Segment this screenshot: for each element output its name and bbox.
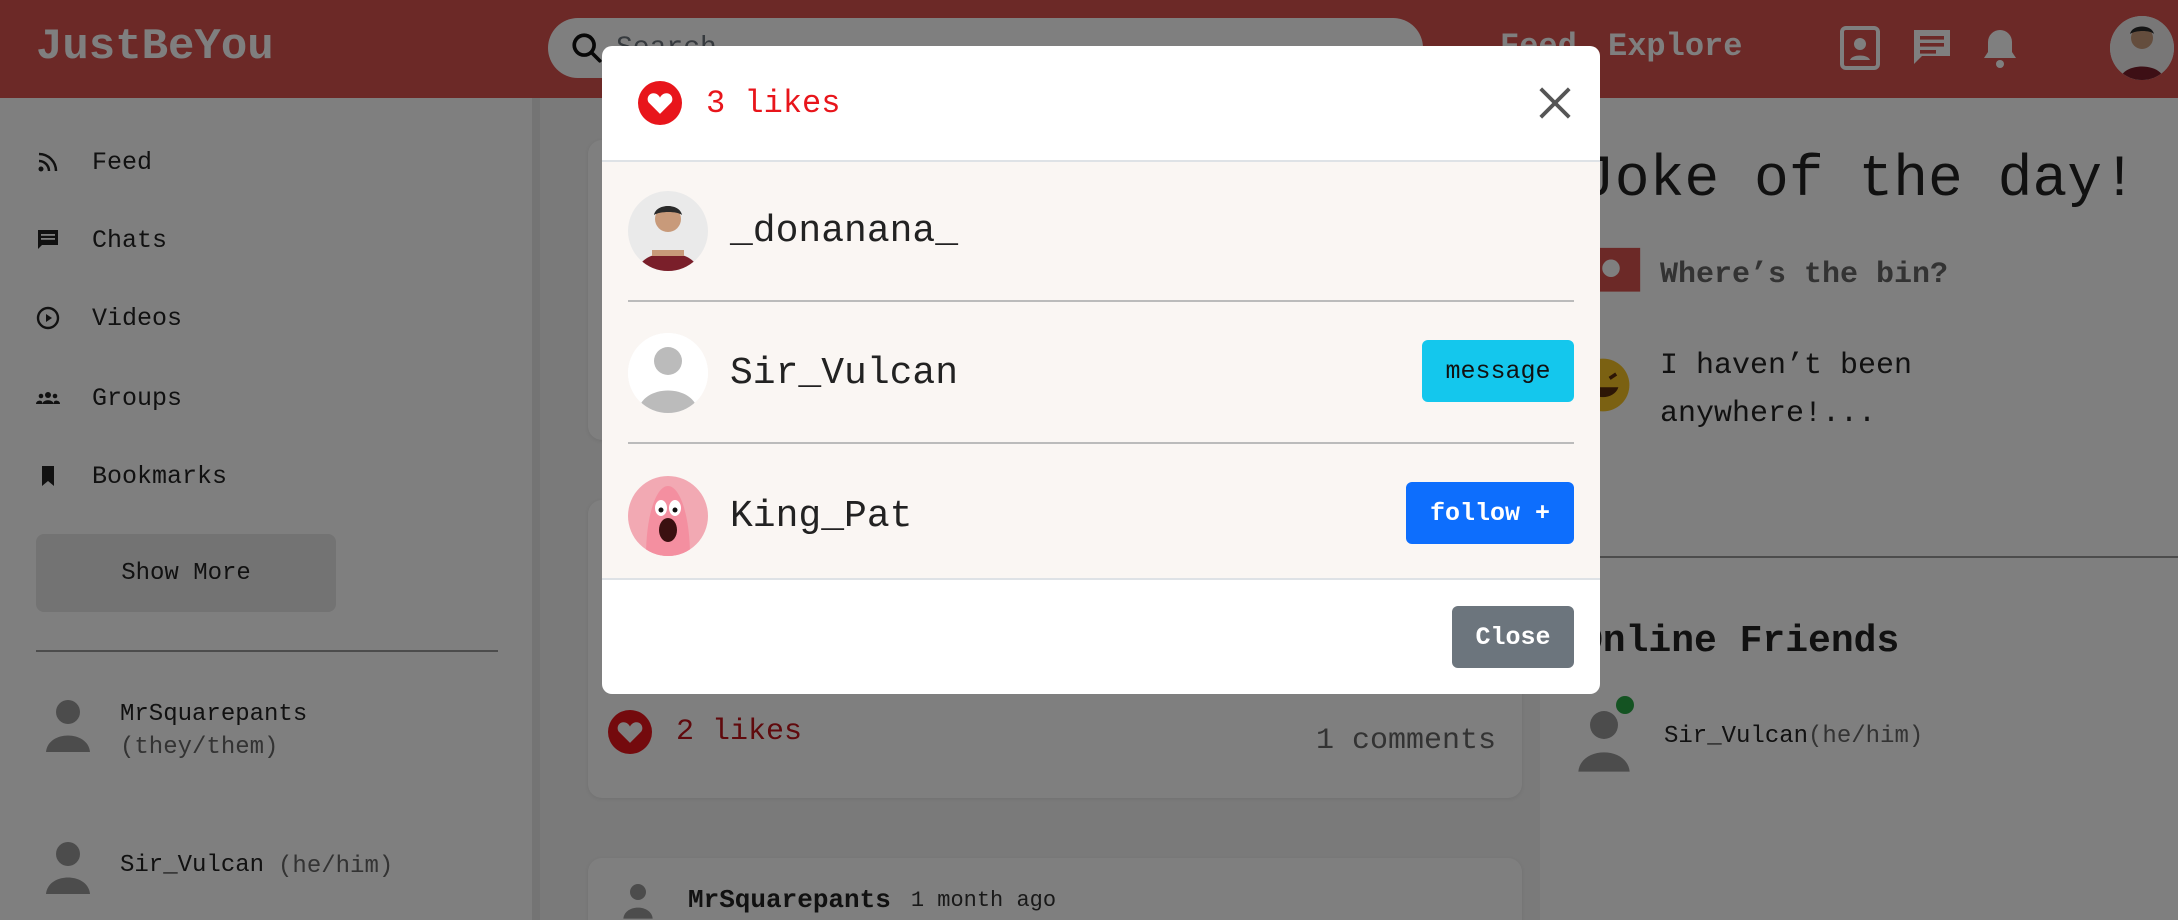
liker-avatar[interactable] [628,476,708,556]
liker-avatar[interactable] [628,191,708,271]
heart-icon [638,81,682,125]
liker-avatar[interactable] [628,333,708,413]
liker-row: Sir_Vulcan message [628,304,1574,444]
liker-row: King_Pat follow + [628,446,1574,586]
likes-modal: 3 likes _donanana_ Sir_Vulcan message Ki… [602,46,1600,694]
liker-username[interactable]: Sir_Vulcan [730,352,958,395]
liker-row: _donanana_ [628,162,1574,302]
modal-footer: Close [602,578,1600,694]
close-button[interactable]: Close [1452,606,1574,668]
modal-likes-count: 3 likes [706,84,841,122]
modal-header: 3 likes [602,46,1600,162]
liker-username[interactable]: _donanana_ [730,210,958,253]
message-button[interactable]: message [1422,340,1574,402]
modal-body: _donanana_ Sir_Vulcan message King_Pat f… [602,162,1600,578]
liker-username[interactable]: King_Pat [730,495,912,538]
close-icon[interactable] [1536,84,1574,122]
follow-button[interactable]: follow + [1406,482,1574,544]
